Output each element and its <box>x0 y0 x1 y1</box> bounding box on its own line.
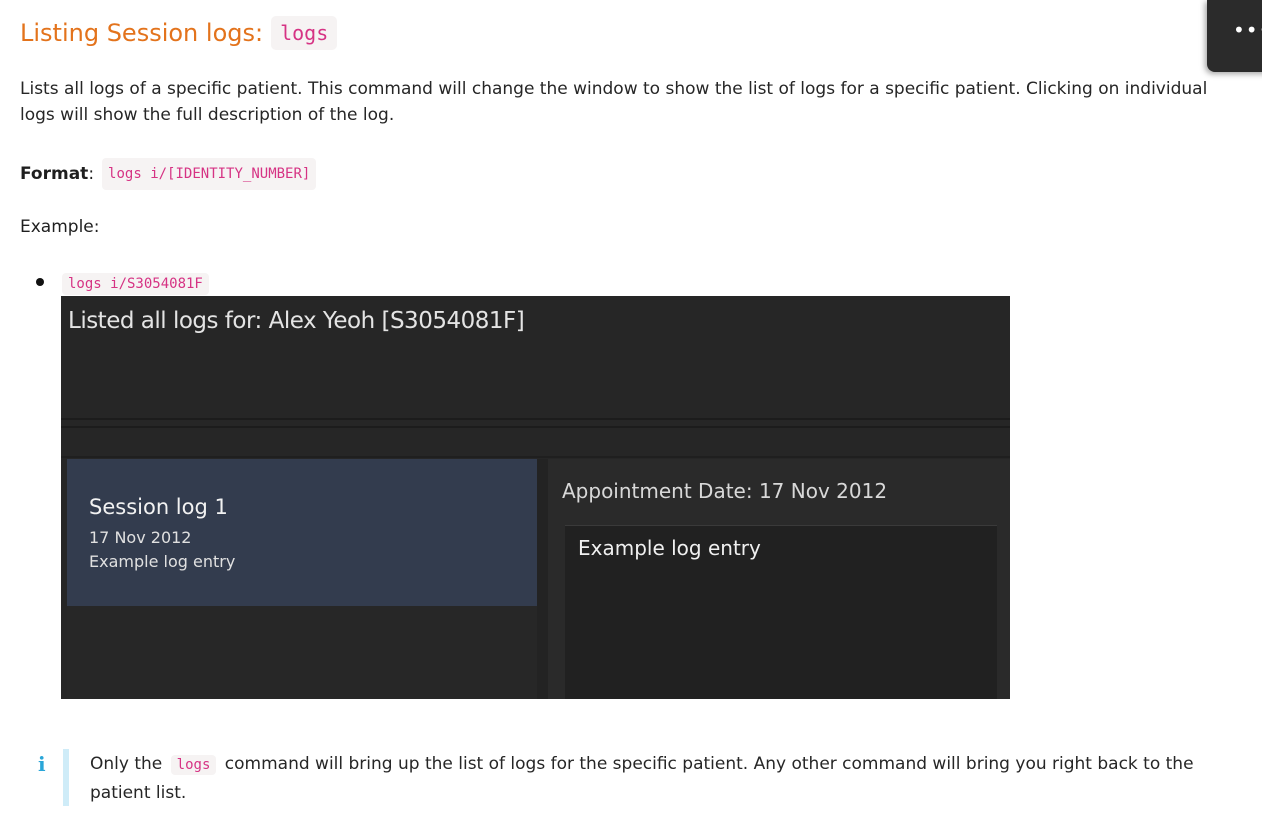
app-screenshot: Listed all logs for: Alex Yeoh [S3054081… <box>61 296 1010 699</box>
divider-line <box>61 456 1010 458</box>
log-description-text: Example log entry <box>578 536 761 560</box>
log-date: 17 Nov 2012 <box>89 528 192 547</box>
bullet-dot <box>36 278 44 286</box>
description-paragraph: Lists all logs of a specific patient. Th… <box>20 79 1208 125</box>
callout-text-after: command will bring up the list of logs f… <box>90 754 1194 803</box>
example-code: logs i/S3054081F <box>62 273 209 295</box>
info-icon: i <box>38 752 46 776</box>
callout-code: logs <box>170 755 217 775</box>
page-heading: Listing Session logs: logs <box>20 16 338 50</box>
format-line: Format : logs i/[IDENTITY_NUMBER] <box>20 158 317 190</box>
format-code: logs i/[IDENTITY_NUMBER] <box>102 158 317 190</box>
result-display: Listed all logs for: Alex Yeoh [S3054081… <box>68 308 525 334</box>
log-description: Example log entry <box>89 552 236 571</box>
log-title: Session log 1 <box>89 495 228 519</box>
format-colon: : <box>88 164 95 184</box>
callout-text: Only the logs command will bring up the … <box>90 750 1210 807</box>
log-detail-pane: Appointment Date: 17 Nov 2012 Example lo… <box>548 459 1010 699</box>
more-options-button[interactable]: ••• <box>1207 0 1262 72</box>
heading-text: Listing Session logs: <box>20 19 264 47</box>
pane-splitter[interactable] <box>537 459 548 699</box>
divider-line <box>61 426 1010 428</box>
callout-bar <box>63 749 69 806</box>
callout-text-before: Only the <box>90 754 163 774</box>
format-label: Format <box>20 164 89 184</box>
example-label: Example: <box>20 217 100 237</box>
appointment-date: Appointment Date: 17 Nov 2012 <box>562 479 888 503</box>
log-list-item[interactable]: Session log 1 17 Nov 2012 Example log en… <box>67 459 537 606</box>
divider-line <box>61 418 1010 420</box>
log-description-box: Example log entry <box>565 525 997 699</box>
more-dots-icon: ••• <box>1233 18 1262 42</box>
log-list-pane: Session log 1 17 Nov 2012 Example log en… <box>67 459 537 699</box>
heading-code: logs <box>271 16 338 50</box>
